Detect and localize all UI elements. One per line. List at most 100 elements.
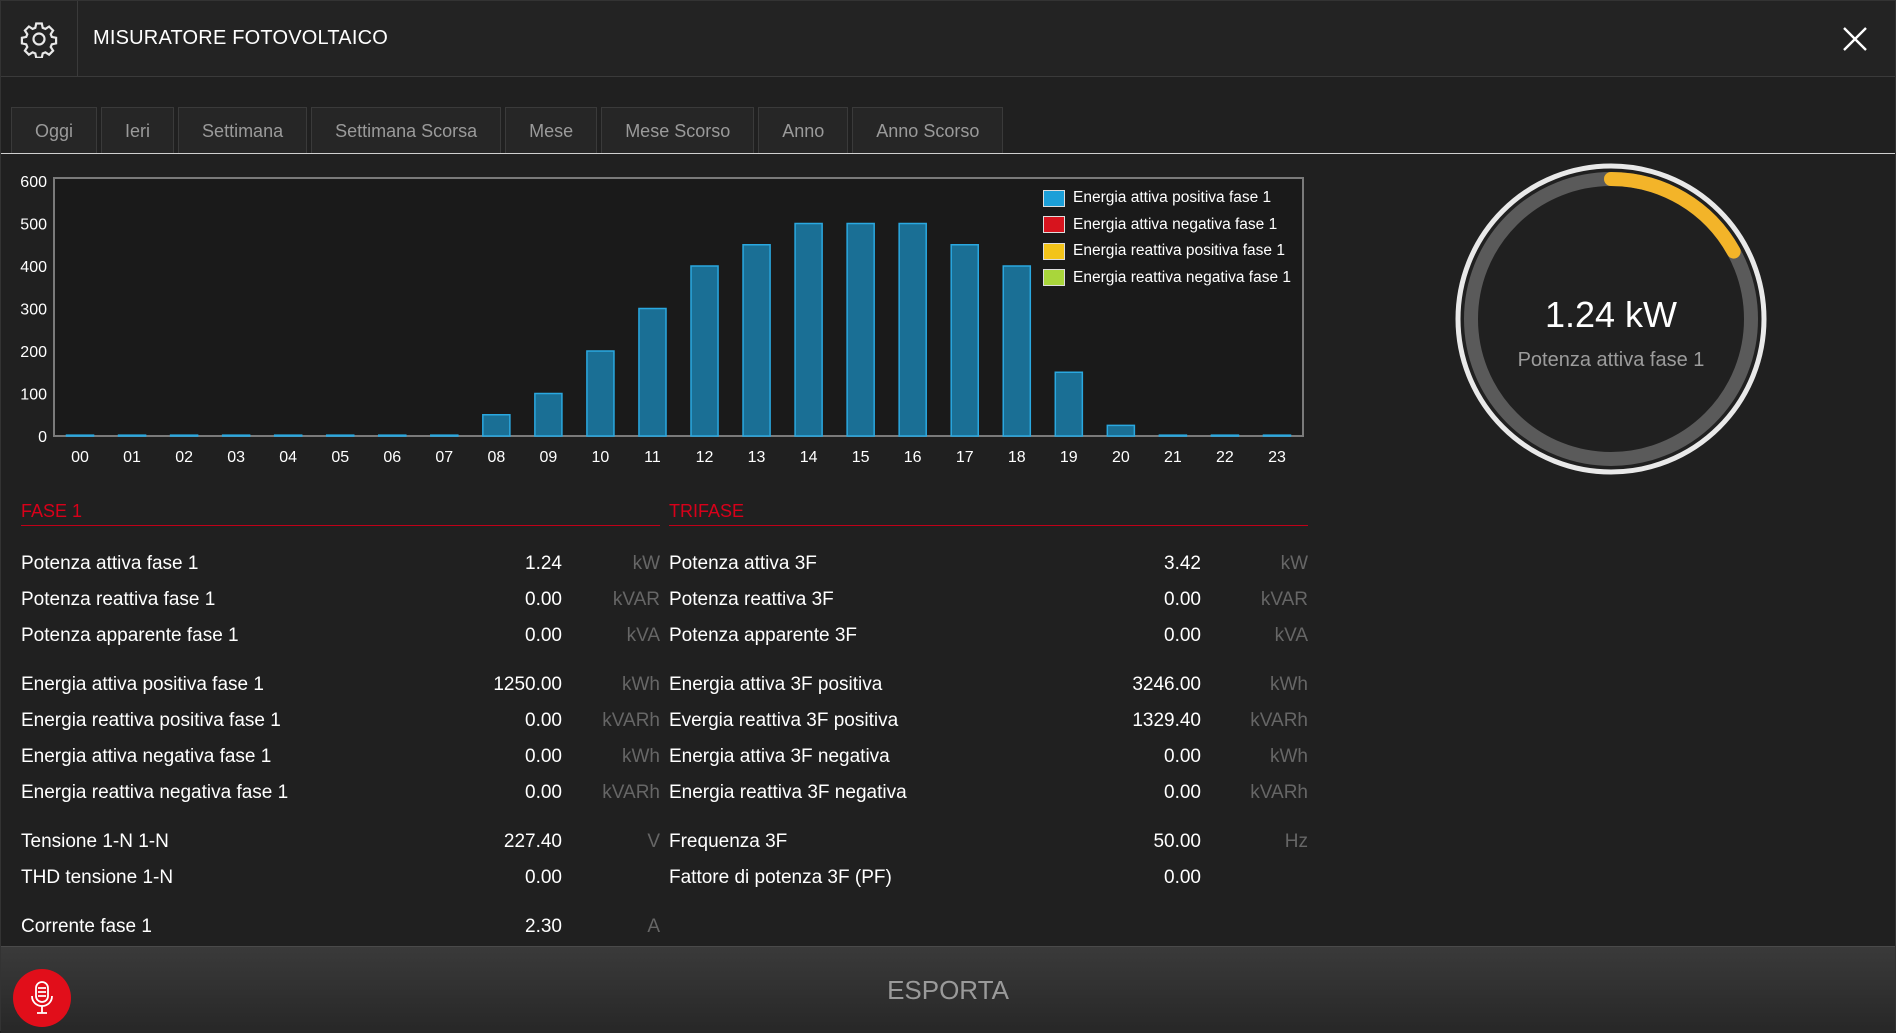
legend-item[interactable]: Energia attiva positiva fase 1: [1043, 185, 1303, 212]
table-row: Evergia reattiva 3F positiva 1329.40 kVARh: [669, 703, 1308, 739]
row-unit: A: [647, 916, 660, 937]
x-tick-label: 20: [1112, 449, 1130, 466]
bar-06: [377, 434, 407, 437]
row-label: Potenza attiva fase 1: [21, 553, 199, 574]
row-unit: kVAR: [612, 589, 660, 610]
measurements-scroll-area[interactable]: FASE 1 Potenza attiva fase 1 1.24 kW Potenza…: [1, 491, 1321, 945]
gauge-progress-arc: [1604, 172, 1741, 259]
export-button[interactable]: ESPORTA: [1, 947, 1895, 1033]
gear-icon: [20, 21, 58, 58]
footer: ESPORTA: [1, 946, 1895, 1033]
table-row: Energia attiva 3F negativa 0.00 kWh: [669, 739, 1308, 775]
gauge-label: Potenza attiva fase 1: [1517, 349, 1705, 371]
legend-swatch: [1043, 269, 1065, 287]
tab-anno[interactable]: Anno: [758, 107, 849, 153]
legend-swatch: [1043, 189, 1065, 207]
row-label: Potenza reattiva fase 1: [21, 589, 216, 610]
tab-ieri[interactable]: Ieri: [101, 107, 175, 153]
bar-10: [586, 350, 615, 437]
row-label: Frequenza 3F: [669, 831, 788, 852]
x-tick-label: 22: [1216, 449, 1234, 466]
row-unit: kWh: [622, 674, 660, 695]
row-value: 0.00: [1164, 589, 1201, 610]
tab-oggi[interactable]: Oggi: [11, 107, 98, 153]
x-tick-label: 23: [1268, 449, 1286, 466]
bar-04: [273, 434, 303, 437]
row-value: 2.30: [525, 916, 562, 937]
x-tick-label: 02: [175, 449, 193, 466]
tab-settimana[interactable]: Settimana: [178, 107, 308, 153]
row-value: 50.00: [1153, 831, 1201, 852]
legend-swatch: [1043, 216, 1065, 234]
legend-label: Energia reattiva positiva fase 1: [1073, 242, 1285, 260]
period-tabs: Oggi Ieri Settimana Settimana Scorsa Mese Mes…: [11, 107, 1007, 153]
row-label: Evergia reattiva 3F positiva: [669, 710, 899, 731]
x-tick-label: 00: [71, 449, 89, 466]
tab-mese[interactable]: Mese: [505, 107, 598, 153]
legend-label: Energia reattiva negativa fase 1: [1073, 268, 1291, 286]
x-tick-label: 21: [1164, 449, 1182, 466]
x-tick-label: 08: [487, 449, 505, 466]
bar-20: [1106, 424, 1136, 437]
bar-00: [65, 434, 95, 437]
row-unit: kW: [632, 553, 660, 574]
tab-mese-scorso[interactable]: Mese Scorso: [601, 107, 755, 153]
x-tick-label: 03: [227, 449, 245, 466]
settings-button[interactable]: [1, 1, 78, 76]
table-row: Energia attiva negativa fase 1 0.00 kWh: [21, 739, 660, 775]
y-tick-label: 300: [20, 302, 47, 319]
microphone-icon: [31, 981, 53, 1014]
row-value: 227.40: [503, 831, 562, 852]
row-value: 1250.00: [493, 674, 562, 695]
legend-item[interactable]: Energia attiva negativa fase 1: [1043, 212, 1303, 239]
row-unit: kVA: [626, 625, 660, 646]
y-tick-label: 600: [20, 174, 47, 191]
table-row: Potenza attiva fase 1 1.24 kW: [21, 546, 660, 582]
row-unit: kVA: [1274, 625, 1308, 646]
table-row: Energia reattiva positiva fase 1 0.00 kVAR…: [21, 703, 660, 739]
x-tick-label: 09: [539, 449, 557, 466]
bar-12: [690, 265, 719, 437]
table-row: THD tensione 1-N 0.00: [21, 860, 660, 896]
legend-item[interactable]: Energia reattiva positiva fase 1: [1043, 238, 1303, 265]
x-tick-label: 06: [383, 449, 401, 466]
row-unit: kWh: [1270, 674, 1308, 695]
close-button[interactable]: [1835, 19, 1875, 59]
x-tick-label: 10: [592, 449, 610, 466]
row-label: Energia attiva 3F negativa: [669, 746, 890, 767]
row-label: Energia attiva positiva fase 1: [21, 674, 264, 695]
row-unit: kVARh: [1250, 710, 1308, 731]
row-label: Potenza apparente fase 1: [21, 625, 239, 646]
bar-05: [325, 434, 355, 437]
bar-14: [794, 222, 823, 437]
bar-15: [846, 222, 875, 437]
microphone-button[interactable]: [13, 969, 71, 1027]
row-unit: kVARh: [602, 782, 660, 803]
bar-18: [1002, 265, 1032, 437]
header: MISURATORE FOTOVOLTAICO: [1, 1, 1895, 77]
row-unit: kW: [1280, 553, 1308, 574]
row-unit: kWh: [1270, 746, 1308, 767]
bar-19: [1054, 371, 1084, 437]
row-value: 0.00: [1164, 867, 1201, 888]
legend-item[interactable]: Energia reattiva negativa fase 1: [1043, 265, 1303, 292]
x-tick-label: 04: [279, 449, 297, 466]
app-window: MISURATORE FOTOVOLTAICO Oggi Ieri Settiman…: [0, 0, 1896, 1033]
row-value: 0.00: [525, 782, 562, 803]
bar-09: [534, 392, 563, 437]
table-row: Energia attiva 3F positiva 3246.00 kWh: [669, 667, 1308, 703]
row-value: 0.00: [1164, 746, 1201, 767]
row-value: 3246.00: [1132, 674, 1201, 695]
y-tick-label: 500: [20, 217, 47, 234]
table-row: Potenza reattiva 3F 0.00 kVAR: [669, 582, 1308, 618]
tab-anno-scorso[interactable]: Anno Scorso: [852, 107, 1004, 153]
table-row: Potenza reattiva fase 1 0.00 kVAR: [21, 582, 660, 618]
row-unit: Hz: [1284, 831, 1308, 852]
bar-23: [1262, 434, 1292, 437]
table-row: Potenza apparente fase 1 0.00 kVA: [21, 618, 660, 654]
x-tick-label: 18: [1008, 449, 1026, 466]
row-label: THD tensione 1-N: [21, 867, 174, 888]
tab-settimana-scorsa[interactable]: Settimana Scorsa: [311, 107, 502, 153]
close-icon: [1843, 27, 1867, 51]
bar-03: [221, 434, 251, 437]
